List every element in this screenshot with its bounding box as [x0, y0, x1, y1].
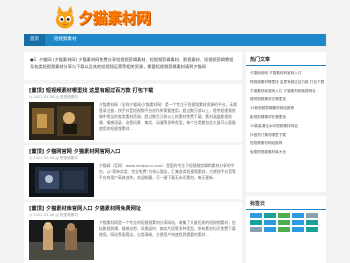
sidebar-item[interactable]: 15款视频剪辑素材网站推荐 — [250, 104, 324, 113]
tag-chip[interactable] — [278, 220, 290, 225]
folder-icon: ▤ — [55, 156, 59, 160]
tag-chip[interactable] — [306, 220, 318, 225]
article-category[interactable]: 短视频素材 — [60, 95, 78, 99]
article-excerpt: 夕猫网（官网：www.xmfpscul.com）是国内专注于短视频剪辑和素材分享… — [99, 163, 236, 180]
tag-chip[interactable] — [292, 220, 304, 225]
sidebar-heading: 热门文章 — [250, 57, 271, 63]
clock-icon: ◷ — [29, 95, 33, 99]
tag-chip[interactable] — [278, 213, 290, 218]
tag-chip[interactable] — [264, 213, 276, 218]
article-excerpt: 夕猫素材网（全称夕猫网/夕猫素材网）是一个专注于短视频素材资源的平台，无需登录注… — [99, 102, 237, 131]
sidebar-item[interactable]: 10款高清无水印视频素材网站 — [250, 122, 324, 131]
site-notice: ●1. 夕猫网 (夕猫素材网) 夕猫素材网免费分享短视频剪辑素材、短视频剪辑素材… — [24, 52, 242, 80]
article-excerpt: 夕猫素材网是一个专业的短视频素材分享网站，收集了大量优质的短视频素材，包括影视剪… — [99, 220, 236, 237]
folder-icon: ▤ — [55, 213, 59, 217]
folder-icon: ▤ — [55, 95, 59, 99]
article-date: 2021-05-06 — [33, 156, 55, 160]
article-title[interactable]: [置顶] 短视频素材哪里找 这里有超过百万款 打包下载 — [29, 87, 153, 94]
tags-divider — [246, 209, 326, 210]
article-thumbnail[interactable] — [29, 102, 94, 140]
cat-logo-icon — [55, 5, 75, 29]
tag-chip[interactable] — [306, 213, 318, 218]
sidebar-tag-cloud: 标签云 — [246, 196, 326, 263]
tag-chip[interactable] — [292, 213, 304, 218]
sidebar-item[interactable]: 抖音热门素材哪里下载 — [250, 131, 324, 140]
sidebar-item[interactable]: 免费短视频素材库大全 — [250, 148, 324, 157]
tag-chip[interactable] — [250, 213, 262, 218]
article-title[interactable]: [置顶] 夕猫网官网 夕猫素材网官网入口 — [29, 148, 120, 155]
tag-chip[interactable] — [292, 227, 304, 232]
tag-chip[interactable] — [250, 227, 262, 232]
clock-icon: ◷ — [29, 156, 33, 160]
tag-chip[interactable] — [306, 227, 318, 232]
tag-chip[interactable] — [264, 227, 276, 232]
sidebar-divider — [246, 65, 326, 66]
logo-text: 夕猫素材网 — [78, 8, 151, 27]
article-card: [置顶] 夕猫网官网 夕猫素材网官网入口 ◷ 2021-05-06 ▤ 短视频素… — [24, 145, 242, 199]
article-category[interactable]: 短视频素材 — [60, 156, 78, 160]
nav-item-home[interactable]: 首页 — [24, 34, 45, 46]
sidebar-item[interactable]: 夕猫网官网 夕猫素材网官网入口 — [250, 69, 324, 78]
tag-chip[interactable] — [278, 227, 290, 232]
sidebar-item[interactable]: 夕猫素材库官网入口 夕猫素材网免费网址 — [250, 87, 324, 96]
article-thumbnail[interactable] — [29, 163, 94, 197]
article-card: [置顶] 短视频素材哪里找 这里有超过百万款 打包下载 ◷ 2021-05-06… — [24, 84, 242, 142]
article-meta: ◷ 2021-05-06 ▤ 短视频素材 — [29, 156, 78, 161]
sidebar-item[interactable]: 影视剪辑素材在哪里找 — [250, 113, 324, 122]
sidebar-hot-articles: 热门文章 夕猫网官网 夕猫素材网官网入口 短视频素材哪里找 这里有超过百万款 打… — [246, 52, 326, 192]
article-meta: ◷ 2021-05-06 ▤ 短视频素材 — [29, 213, 78, 218]
tag-chip[interactable] — [250, 220, 262, 225]
article-date: 2021-05-06 — [33, 95, 55, 99]
article-thumbnail[interactable] — [29, 220, 94, 260]
tag-chip[interactable] — [264, 220, 276, 225]
article-date: 2021-05-06 — [33, 213, 55, 217]
sidebar-item[interactable]: 做短视频素材去哪里找 — [250, 95, 324, 104]
sidebar-list: 夕猫网官网 夕猫素材网官网入口 短视频素材哪里找 这里有超过百万款 打包下载 夕… — [250, 69, 324, 157]
article-meta: ◷ 2021-05-06 ▤ 短视频素材 — [29, 95, 78, 100]
sidebar-item[interactable]: 短视频素材网站推荐 — [250, 139, 324, 148]
tag-list — [250, 213, 324, 232]
article-card: [置顶] 夕猫素材库官网入口 夕猫素材网免费网址 ◷ 2021-05-06 ▤ … — [24, 202, 242, 263]
nav-item-short-video[interactable]: 短视频素材 — [48, 34, 83, 46]
sidebar-item[interactable]: 短视频素材哪里找 这里有超过百万款 打包下载 — [250, 78, 324, 87]
article-category[interactable]: 短视频素材 — [60, 213, 78, 217]
tags-heading: 标签云 — [250, 201, 266, 207]
article-title[interactable]: [置顶] 夕猫素材库官网入口 夕猫素材网免费网址 — [29, 205, 141, 212]
site-logo[interactable]: 夕猫素材网 — [55, 5, 151, 29]
main-nav: 首页 短视频素材 — [24, 34, 326, 46]
site-header: 夕猫素材网 — [0, 0, 350, 34]
clock-icon: ◷ — [29, 213, 33, 217]
